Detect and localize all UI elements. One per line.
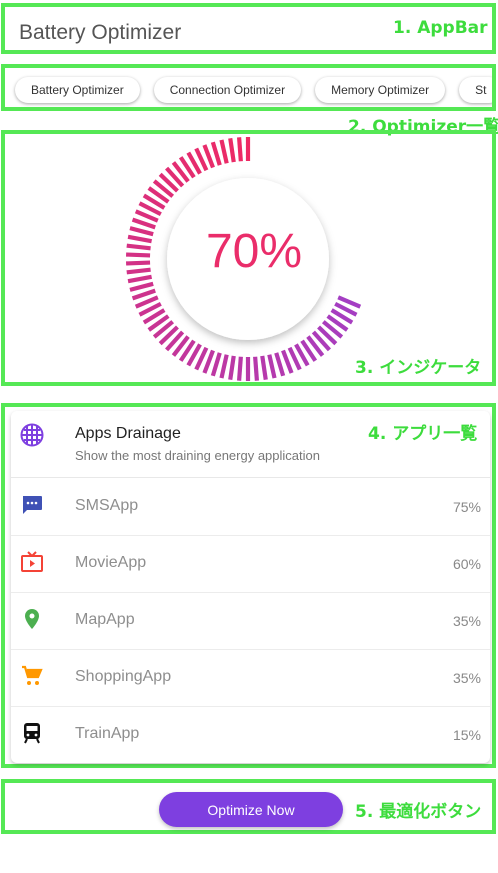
app-drain-value: 60%: [452, 556, 481, 572]
gauge-tick: [253, 356, 259, 381]
gauge-tick: [274, 352, 286, 377]
app-row-train[interactable]: TrainApp 15%: [11, 706, 490, 763]
app-drain-value: 35%: [452, 670, 481, 686]
app-row-movie[interactable]: MovieApp 60%: [11, 535, 490, 593]
chip-row: Battery Optimizer Connection Optimizer M…: [15, 77, 492, 103]
gauge-tick: [237, 356, 243, 381]
gauge-tick: [260, 355, 268, 381]
app-drain-value: 15%: [452, 727, 481, 743]
gauge-tick: [131, 217, 156, 230]
gauge-tick: [126, 243, 151, 251]
gauge-tick: [237, 137, 243, 162]
gauge-tick: [267, 354, 277, 379]
optimizer-chip-list: Battery Optimizer Connection Optimizer M…: [1, 64, 496, 111]
app-drain-value: 75%: [452, 499, 481, 515]
map-pin-icon: [25, 609, 39, 629]
gauge-tick: [126, 260, 151, 266]
app-row-map[interactable]: MapApp 35%: [11, 592, 490, 650]
app-drainage-subtitle: Show the most draining energy applicatio…: [75, 448, 320, 463]
grid-globe-icon: [20, 423, 44, 447]
optimize-now-button[interactable]: Optimize Now: [159, 792, 343, 827]
train-icon: [24, 723, 40, 744]
gauge-tick: [126, 267, 151, 275]
gauge-tick: [228, 137, 236, 163]
gauge-tick: [210, 352, 222, 377]
annotation-appbar: 1. AppBar: [393, 18, 488, 38]
gauge-tick: [127, 234, 153, 244]
chip-storage-optimizer[interactable]: St: [459, 77, 492, 103]
app-row-sms[interactable]: SMSApp 75%: [11, 478, 490, 536]
battery-percent-label: 70%: [205, 225, 303, 278]
annotation-optimize-button: 5. 最適化ボタン: [355, 802, 482, 822]
chip-battery-optimizer[interactable]: Battery Optimizer: [15, 77, 140, 103]
app-drainage-section: Apps Drainage Show the most draining ene…: [1, 403, 496, 768]
gauge-tick: [126, 252, 151, 258]
gauge-tick: [210, 141, 222, 166]
app-drainage-title: Apps Drainage: [75, 425, 181, 442]
app-name: TrainApp: [75, 725, 140, 742]
sms-icon: [23, 496, 42, 514]
app-name: SMSApp: [75, 497, 139, 514]
annotation-indicator: 3. インジケータ: [355, 358, 482, 378]
chip-connection-optimizer[interactable]: Connection Optimizer: [153, 77, 302, 103]
gauge-tick: [127, 274, 153, 284]
chip-memory-optimizer[interactable]: Memory Optimizer: [315, 77, 446, 103]
gauge-tick: [228, 355, 236, 381]
gauge-tick: [129, 226, 154, 237]
gauge-tick: [219, 354, 229, 379]
tv-icon: [21, 551, 43, 572]
app-drainage-card: Apps Drainage Show the most draining ene…: [11, 411, 490, 763]
app-name: ShoppingApp: [75, 668, 172, 685]
app-name: MovieApp: [75, 554, 147, 571]
gauge-tick: [219, 139, 229, 164]
cart-icon: [22, 665, 43, 685]
gauge-tick: [129, 281, 154, 292]
annotation-app-list: 4. アプリ一覧: [368, 424, 478, 444]
app-name: MapApp: [75, 611, 135, 628]
gauge-tick: [131, 288, 156, 301]
app-row-shopping[interactable]: ShoppingApp 35%: [11, 649, 490, 707]
app-drain-value: 35%: [452, 613, 481, 629]
battery-indicator: 70%: [1, 130, 496, 386]
app-bar-title: Battery Optimizer: [19, 21, 182, 44]
